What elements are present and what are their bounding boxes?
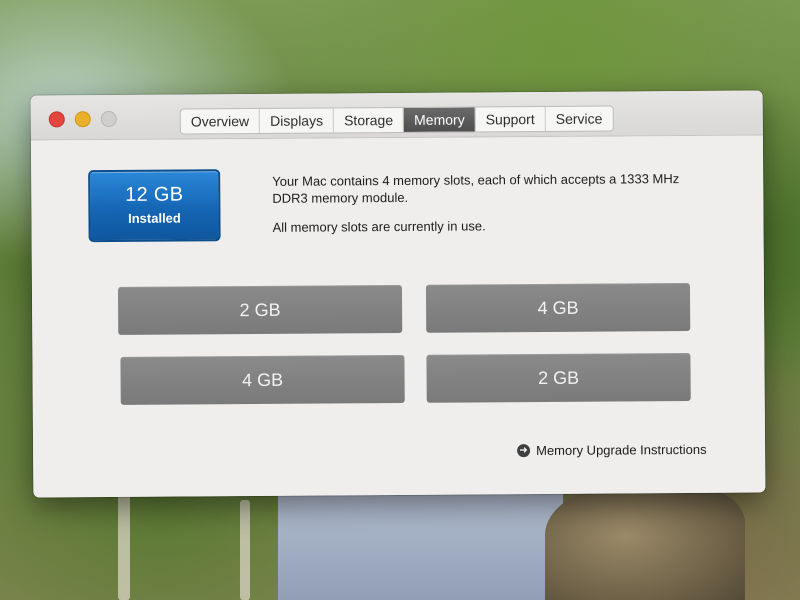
close-button[interactable] [48, 111, 65, 128]
memory-upgrade-instructions-label: Memory Upgrade Instructions [536, 441, 707, 459]
tab-overview[interactable]: Overview [180, 108, 261, 134]
title-bar: Overview Displays Storage Memory Support… [30, 90, 763, 141]
memory-upgrade-instructions-link[interactable]: ➜ Memory Upgrade Instructions [517, 442, 707, 458]
tab-memory[interactable]: Memory [404, 107, 476, 132]
background-branch [118, 490, 130, 600]
about-this-mac-window: Overview Displays Storage Memory Support… [30, 90, 766, 498]
memory-description: Your Mac contains 4 memory slots, each o… [272, 170, 692, 236]
tab-bar: Overview Displays Storage Memory Support… [179, 105, 614, 135]
minimize-button[interactable] [74, 111, 91, 128]
installed-memory-label: Installed [128, 210, 181, 226]
background-cloth [278, 480, 563, 600]
tab-service[interactable]: Service [546, 106, 613, 130]
memory-slot-3: 4 GB [120, 354, 405, 405]
installed-memory-badge: 12 GB Installed [88, 169, 221, 243]
background-branch [240, 500, 250, 600]
tab-support[interactable]: Support [475, 106, 546, 132]
memory-slot-1: 2 GB [117, 284, 403, 335]
tab-displays[interactable]: Displays [260, 108, 335, 133]
installed-memory-size: 12 GB [125, 183, 184, 206]
memory-slot-description: Your Mac contains 4 memory slots, each o… [272, 171, 680, 206]
tab-storage[interactable]: Storage [333, 107, 405, 133]
memory-slot-status: All memory slots are currently in use. [272, 218, 486, 235]
memory-slot-2: 4 GB [425, 282, 691, 333]
memory-slot-4: 2 GB [426, 352, 691, 403]
zoom-button[interactable] [100, 110, 117, 128]
arrow-circle-right-icon: ➜ [517, 444, 531, 458]
memory-pane: 12 GB Installed Your Mac contains 4 memo… [30, 135, 766, 498]
background-rock [545, 485, 745, 600]
memory-slots: 2 GB 4 GB 4 GB 2 GB [117, 282, 692, 405]
